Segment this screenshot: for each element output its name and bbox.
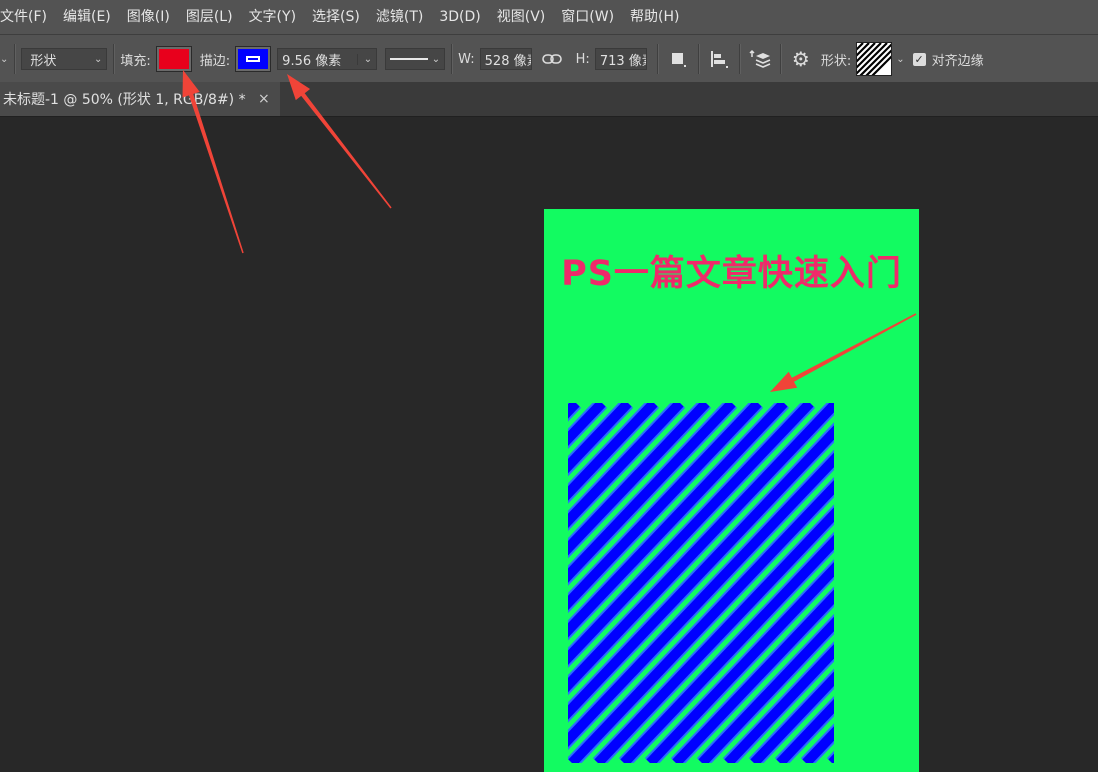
link-dimensions-icon[interactable] bbox=[538, 45, 566, 73]
tool-mode-value: 形状 bbox=[30, 53, 57, 69]
document-tab[interactable]: 未标题-1 @ 50% (形状 1, RGB/8#) * × bbox=[0, 82, 280, 116]
menu-help[interactable]: 帮助(H) bbox=[622, 0, 687, 34]
stroke-width-value: 9.56 像素 bbox=[282, 53, 342, 69]
fill-label: 填充: bbox=[120, 53, 151, 69]
separator bbox=[14, 44, 16, 74]
menu-layer[interactable]: 图层(L) bbox=[178, 0, 241, 34]
fill-color-swatch[interactable] bbox=[155, 46, 192, 72]
height-input[interactable]: 713 像素 bbox=[594, 48, 647, 70]
align-edges-checkbox[interactable]: ✓ bbox=[912, 52, 926, 66]
align-edges-label: 对齐边缘 bbox=[931, 53, 984, 69]
canvas-workspace[interactable]: PS一篇文章快速入门 bbox=[0, 117, 1098, 772]
headline-text-layer[interactable]: PS一篇文章快速入门 bbox=[544, 245, 919, 296]
align-left-icon bbox=[710, 51, 728, 68]
chevron-down-icon: ⌄ bbox=[356, 53, 372, 65]
height-label: H: bbox=[575, 51, 590, 67]
path-arrangement-icon[interactable] bbox=[746, 45, 774, 73]
menu-window[interactable]: 窗口(W) bbox=[553, 0, 622, 34]
link-icon bbox=[541, 54, 562, 64]
chevron-down-icon: ⌄ bbox=[896, 53, 905, 65]
stroke-line-style-icon bbox=[390, 58, 428, 60]
square-icon bbox=[671, 53, 686, 67]
shape-picker[interactable]: ⌄ bbox=[856, 42, 905, 76]
options-bar: ⌄ 形状 ⌄ 填充: 描边: 9.56 像素 ⌄ ⌄ W: 528 像素 bbox=[0, 34, 1098, 83]
fill-color-chip bbox=[158, 49, 189, 69]
tool-preset-chevron-icon[interactable]: ⌄ bbox=[0, 54, 8, 65]
tool-mode-dropdown[interactable]: 形状 ⌄ bbox=[21, 48, 108, 70]
menu-3d[interactable]: 3D(D) bbox=[431, 0, 488, 34]
close-icon[interactable]: × bbox=[258, 91, 270, 107]
menu-bar: 文件(F) 编辑(E) 图像(I) 图层(L) 文字(Y) 选择(S) 滤镜(T… bbox=[0, 0, 1098, 34]
menu-filter[interactable]: 滤镜(T) bbox=[368, 0, 431, 34]
path-alignment-icon[interactable] bbox=[705, 45, 733, 73]
menu-image[interactable]: 图像(I) bbox=[119, 0, 178, 34]
shape-label: 形状: bbox=[820, 53, 852, 69]
stroke-width-field[interactable]: 9.56 像素 ⌄ bbox=[277, 48, 378, 70]
menu-select[interactable]: 选择(S) bbox=[304, 0, 368, 34]
menu-type[interactable]: 文字(Y) bbox=[241, 0, 304, 34]
menu-file[interactable]: 文件(F) bbox=[0, 0, 55, 34]
width-input[interactable]: 528 像素 bbox=[479, 48, 532, 70]
chevron-down-icon: ⌄ bbox=[94, 53, 103, 65]
chevron-down-icon: ⌄ bbox=[431, 53, 441, 65]
separator bbox=[779, 44, 781, 74]
gear-icon[interactable]: ⚙ bbox=[787, 45, 815, 73]
hatched-shape-layer[interactable] bbox=[568, 403, 834, 763]
document-tab-bar: 未标题-1 @ 50% (形状 1, RGB/8#) * × bbox=[0, 82, 1098, 117]
stroke-color-swatch[interactable] bbox=[235, 46, 272, 72]
hatch-shape-preview-icon bbox=[856, 42, 893, 76]
layers-arrange-icon bbox=[749, 49, 771, 68]
separator bbox=[656, 44, 658, 74]
stroke-indicator-icon bbox=[246, 56, 261, 62]
separator bbox=[451, 44, 453, 74]
document-tab-title: 未标题-1 @ 50% (形状 1, RGB/8#) * bbox=[3, 92, 246, 108]
stroke-color-chip bbox=[238, 49, 269, 69]
width-label: W: bbox=[458, 51, 475, 67]
separator bbox=[738, 44, 740, 74]
document-canvas[interactable]: PS一篇文章快速入门 bbox=[544, 209, 919, 772]
stroke-label: 描边: bbox=[199, 53, 231, 69]
menu-edit[interactable]: 编辑(E) bbox=[55, 0, 119, 34]
path-operations-icon[interactable] bbox=[664, 45, 692, 73]
stroke-type-dropdown[interactable]: ⌄ bbox=[385, 48, 446, 70]
photoshop-window: 文件(F) 编辑(E) 图像(I) 图层(L) 文字(Y) 选择(S) 滤镜(T… bbox=[0, 0, 1098, 772]
menu-view[interactable]: 视图(V) bbox=[489, 0, 554, 34]
separator bbox=[113, 44, 115, 74]
separator bbox=[697, 44, 699, 74]
